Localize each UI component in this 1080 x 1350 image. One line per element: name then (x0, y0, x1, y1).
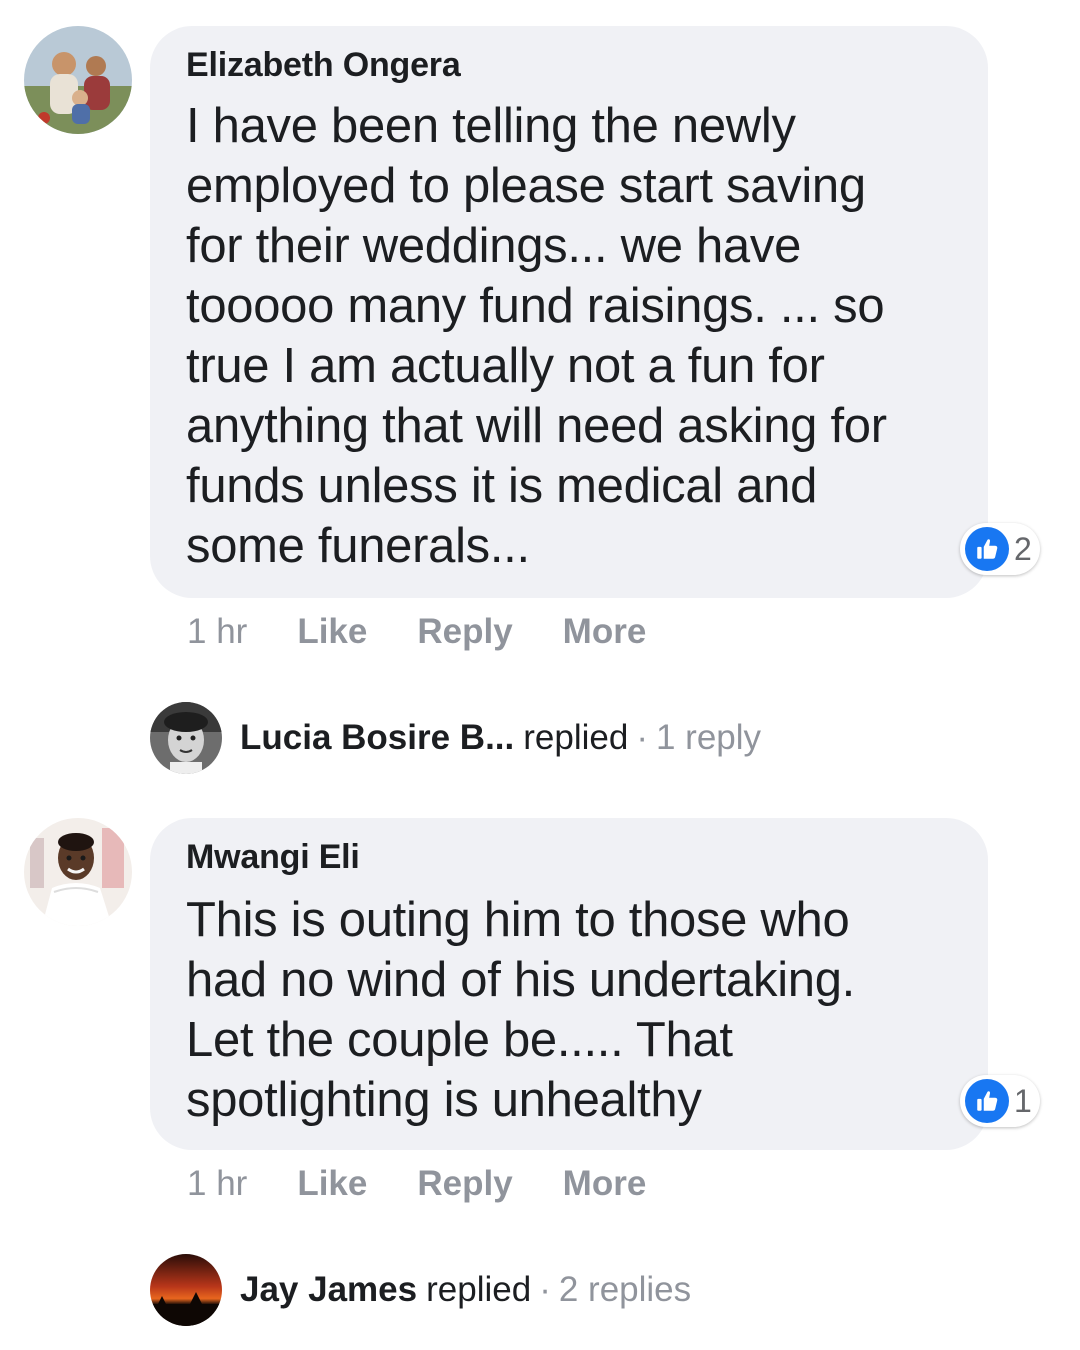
comment-author[interactable]: Mwangi Eli (186, 838, 360, 877)
comment-line: This is outing him to those who (186, 893, 850, 947)
comment-timestamp[interactable]: 1 hr (187, 612, 247, 652)
comment-line: anything that will need asking for (186, 399, 887, 453)
comment-line: some funerals... (186, 519, 530, 573)
commenter-avatar[interactable] (24, 818, 132, 926)
comment-actions: 1 hr Like Reply More (187, 612, 696, 652)
comment-line: spotlighting is unhealthy (186, 1073, 702, 1127)
reply-button[interactable]: Reply (417, 612, 512, 652)
comment-line: for their weddings... we have (186, 219, 802, 273)
reply-button[interactable]: Reply (417, 1164, 512, 1204)
comment-line: tooooo many fund raisings. ... so (186, 279, 885, 333)
comment-line: funds unless it is medical and (186, 459, 818, 513)
more-button[interactable]: More (563, 612, 647, 652)
reply-count: 1 reply (655, 718, 762, 757)
reaction-count: 2 (1014, 530, 1032, 567)
comment-actions: 1 hr Like Reply More (187, 1164, 696, 1204)
reaction-count: 1 (1014, 1082, 1032, 1119)
commenter-avatar[interactable] (24, 26, 132, 134)
comment-timestamp[interactable]: 1 hr (187, 1164, 247, 1204)
replier-name: Jay James (240, 1270, 418, 1309)
comment-author[interactable]: Elizabeth Ongera (186, 46, 461, 85)
comment-line: employed to please start saving (186, 159, 866, 213)
replier-avatar (150, 1254, 222, 1326)
replier-name: Lucia Bosire B... (240, 718, 515, 757)
comment-line: had no wind of his undertaking. (186, 953, 855, 1007)
comment-bubble: Mwangi Eli This is outing him to those w… (150, 818, 988, 1150)
view-replies-link[interactable]: Lucia Bosire B... replied · 1 reply (150, 702, 761, 774)
like-icon (965, 527, 1009, 571)
comment-line: I have been telling the newly (186, 99, 796, 153)
comment-text: This is outing him to those who had no w… (186, 890, 958, 1130)
comment-text: I have been telling the newly employed t… (186, 96, 958, 576)
reply-count: 2 replies (558, 1270, 692, 1309)
reaction-summary[interactable]: 2 (960, 523, 1040, 575)
separator-dot: · (539, 1270, 551, 1309)
comment-line: Let the couple be..... That (186, 1013, 733, 1067)
reaction-summary[interactable]: 1 (960, 1075, 1040, 1127)
more-button[interactable]: More (563, 1164, 647, 1204)
avatar-photo-image (24, 818, 132, 926)
like-icon (965, 1079, 1009, 1123)
avatar-painting-image (24, 26, 132, 134)
replier-avatar (150, 702, 222, 774)
like-button[interactable]: Like (297, 1164, 367, 1204)
replied-label: replied (523, 718, 629, 757)
like-button[interactable]: Like (297, 612, 367, 652)
separator-dot: · (636, 718, 648, 757)
comment-line: true I am actually not a fun for (186, 339, 825, 393)
view-replies-link[interactable]: Jay James replied · 2 replies (150, 1254, 691, 1326)
replied-label: replied (426, 1270, 532, 1309)
comment-bubble: Elizabeth Ongera I have been telling the… (150, 26, 988, 598)
